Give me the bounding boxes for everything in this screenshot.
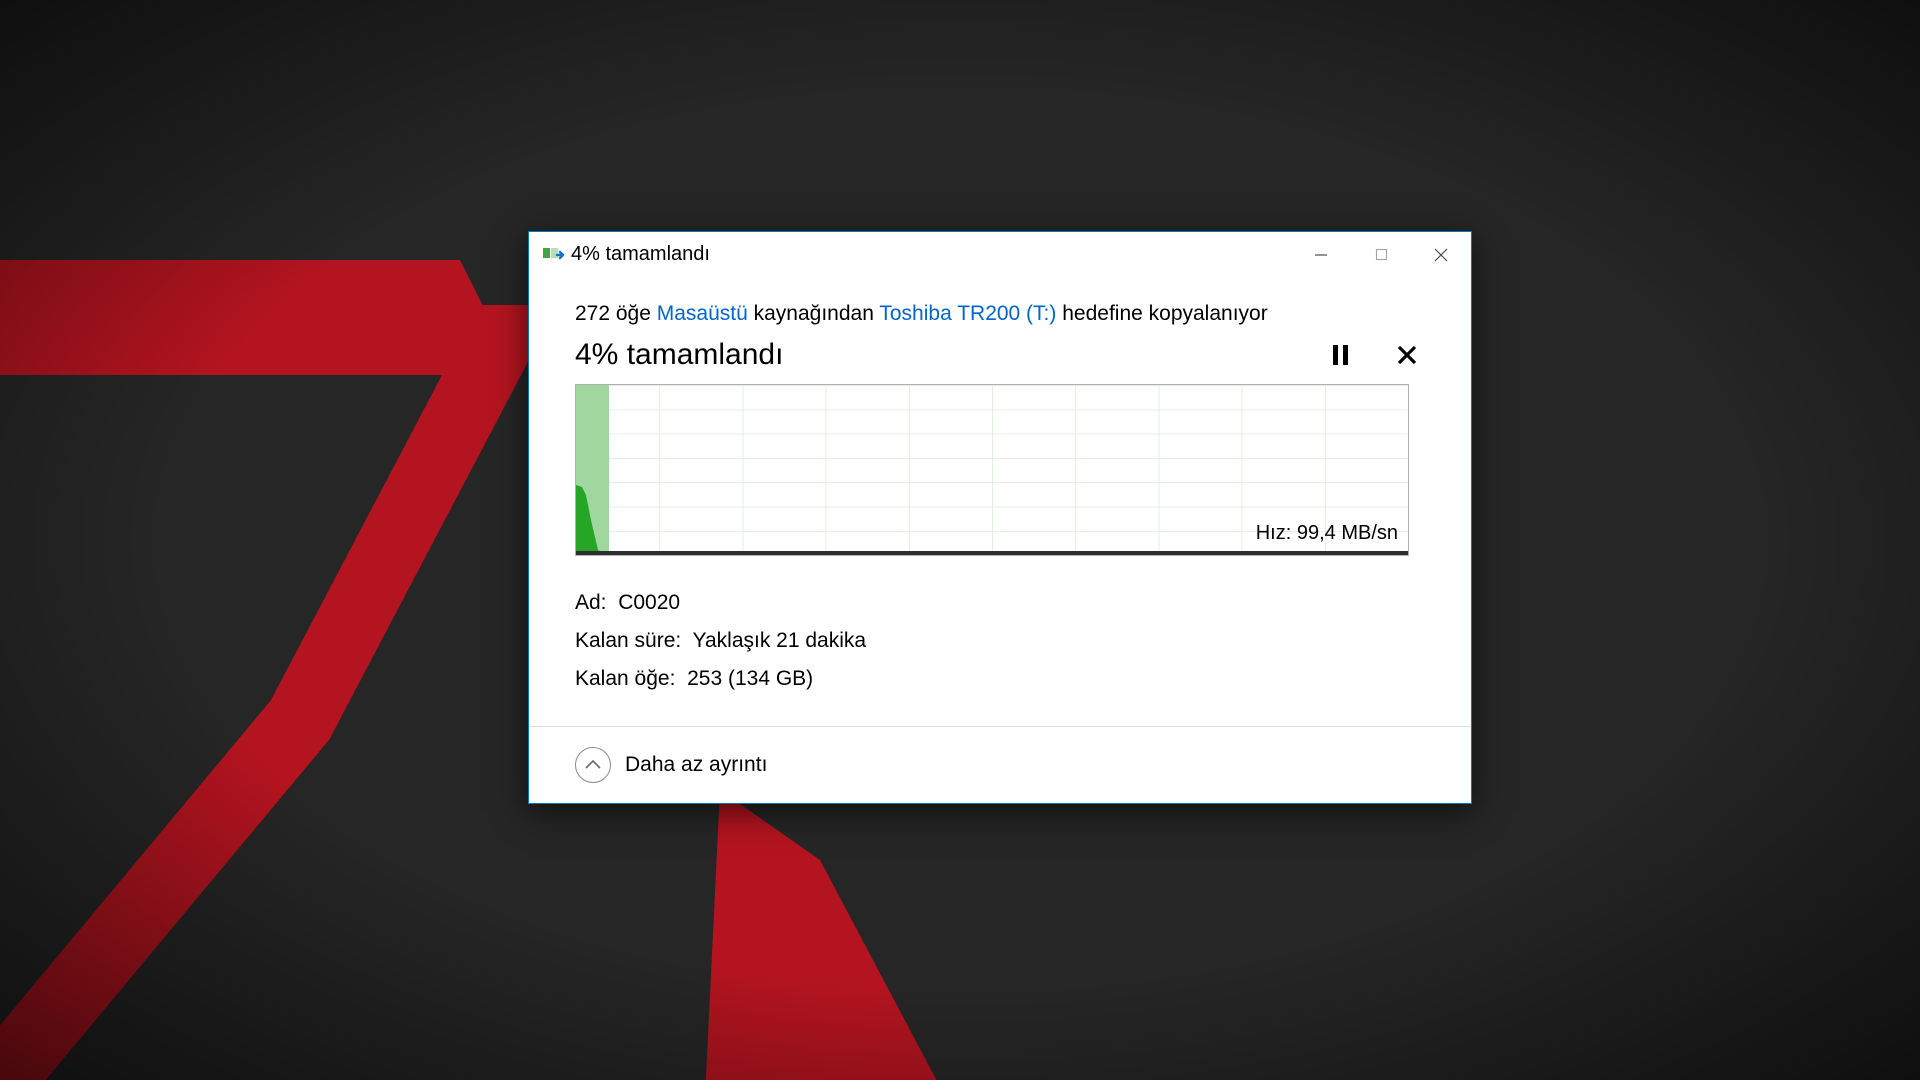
detail-name: Ad: C0020 bbox=[575, 584, 1425, 622]
chevron-up-icon bbox=[585, 760, 601, 770]
dialog-content: 272 öğe Masaüstü kaynağından Toshiba TR2… bbox=[529, 277, 1471, 726]
dialog-footer: Daha az ayrıntı bbox=[529, 726, 1471, 803]
progress-headline: 4% tamamlandı bbox=[575, 338, 1332, 372]
fewer-details-toggle[interactable] bbox=[575, 747, 611, 783]
minimize-button[interactable] bbox=[1291, 232, 1351, 277]
detail-items-remaining: Kalan öğe: 253 (134 GB) bbox=[575, 660, 1425, 698]
maximize-icon bbox=[1375, 248, 1388, 261]
close-icon bbox=[1434, 248, 1448, 262]
window-title: 4% tamamlandı bbox=[571, 243, 710, 266]
source-folder-link[interactable]: Masaüstü bbox=[657, 302, 748, 325]
fewer-details-label: Daha az ayrıntı bbox=[625, 753, 767, 777]
cancel-button[interactable] bbox=[1397, 345, 1417, 365]
copy-progress-dialog: 4% tamamlandı 272 öğe Masaüstü kaynağınd… bbox=[528, 231, 1472, 804]
copy-progress-icon bbox=[543, 247, 565, 263]
chart-baseline bbox=[576, 551, 1408, 555]
cancel-icon bbox=[1397, 345, 1417, 365]
window-controls bbox=[1291, 232, 1471, 277]
detail-list: Ad: C0020 Kalan süre: Yaklaşık 21 dakika… bbox=[575, 584, 1425, 697]
speed-label: Hız: 99,4 MB/sn bbox=[1256, 522, 1398, 545]
speed-chart: Hız: 99,4 MB/sn bbox=[575, 384, 1409, 556]
descr-suffix: hedefine kopyalanıyor bbox=[1056, 302, 1267, 325]
descr-middle: kaynağından bbox=[748, 302, 880, 325]
minimize-icon bbox=[1314, 248, 1328, 262]
pause-icon bbox=[1332, 345, 1349, 365]
close-window-button[interactable] bbox=[1411, 232, 1471, 277]
destination-drive-link[interactable]: Toshiba TR200 (T:) bbox=[879, 302, 1056, 325]
pause-button[interactable] bbox=[1332, 345, 1349, 365]
item-count-text: 272 öğe bbox=[575, 302, 657, 325]
progress-headline-row: 4% tamamlandı bbox=[575, 338, 1425, 372]
maximize-button bbox=[1351, 232, 1411, 277]
copy-description: 272 öğe Masaüstü kaynağından Toshiba TR2… bbox=[575, 299, 1425, 328]
detail-time-remaining: Kalan süre: Yaklaşık 21 dakika bbox=[575, 622, 1425, 660]
titlebar[interactable]: 4% tamamlandı bbox=[529, 232, 1471, 277]
operation-controls bbox=[1332, 345, 1425, 365]
